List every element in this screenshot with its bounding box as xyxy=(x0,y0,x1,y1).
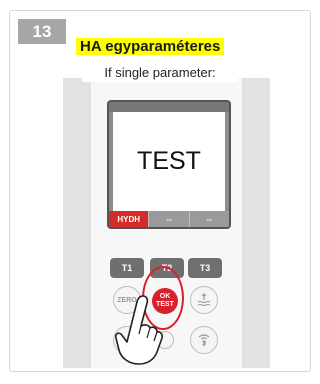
bluetooth-button[interactable] xyxy=(190,326,218,354)
step-subtitle: If single parameter: xyxy=(104,65,216,80)
device-display: TEST HYDH -- -- xyxy=(107,100,231,229)
display-segment-2: -- xyxy=(148,211,189,227)
bluetooth-wireless-icon xyxy=(198,334,210,347)
t1-button[interactable]: T1 xyxy=(110,258,144,278)
step-title: HA egyparaméteres xyxy=(76,38,225,55)
remote-left-rail xyxy=(63,78,91,368)
display-top-bar xyxy=(109,102,229,112)
display-segment-3: -- xyxy=(188,211,229,227)
heat-waves-icon xyxy=(197,293,211,307)
display-main-text: TEST xyxy=(113,112,225,211)
step-number-badge: 13 xyxy=(18,19,66,44)
pointing-hand-icon xyxy=(115,295,163,365)
t3-button[interactable]: T3 xyxy=(188,258,222,278)
display-status-bar: HYDH -- -- xyxy=(109,211,229,227)
heat-button[interactable] xyxy=(190,286,218,314)
display-segment-hydh: HYDH xyxy=(109,211,149,227)
remote-right-rail xyxy=(242,78,270,368)
